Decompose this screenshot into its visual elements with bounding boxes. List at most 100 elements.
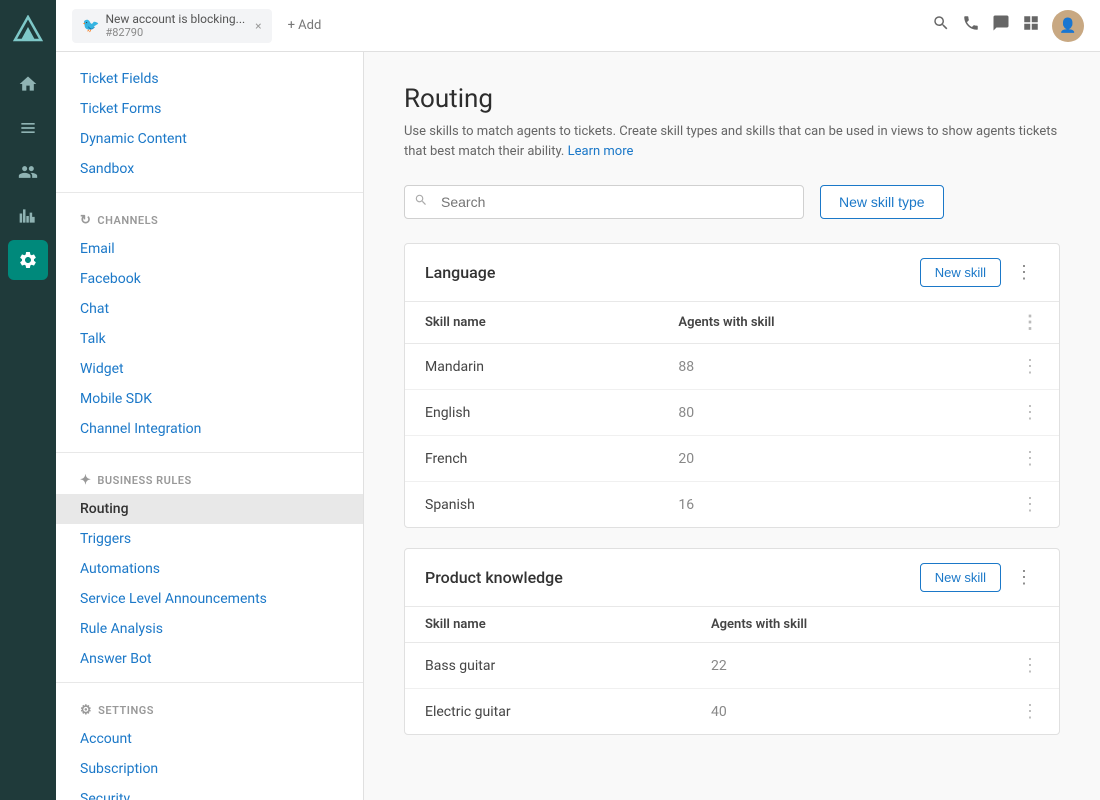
skill-name-cell: English: [405, 390, 658, 436]
skill-name-cell: Spanish: [405, 482, 658, 528]
topbar-icons: 👤: [932, 10, 1084, 42]
sidebar-item-subscription[interactable]: Subscription: [56, 754, 363, 784]
skill-row-more-icon[interactable]: ⋮: [1021, 494, 1039, 515]
product-knowledge-skill-table: Skill name Agents with skill Bass guitar…: [405, 607, 1059, 734]
icon-bar: [0, 0, 56, 800]
language-col-more-header: ⋮: [1001, 302, 1059, 344]
skill-name-cell: Electric guitar: [405, 689, 691, 735]
table-row: English 80 ⋮: [405, 390, 1059, 436]
agents-count-cell: 16: [658, 482, 1001, 528]
product-knowledge-more-button[interactable]: ⋮: [1009, 565, 1039, 590]
settings-icon: ⚙: [80, 703, 92, 718]
phone-icon[interactable]: [962, 14, 980, 37]
main-layout: Ticket Fields Ticket Forms Dynamic Conte…: [56, 52, 1100, 800]
sidebar-item-service-level[interactable]: Service Level Announcements: [56, 584, 363, 614]
skill-row-more-icon[interactable]: ⋮: [1021, 655, 1039, 676]
table-row: French 20 ⋮: [405, 436, 1059, 482]
learn-more-link[interactable]: Learn more: [568, 144, 634, 159]
skill-name-cell: Mandarin: [405, 344, 658, 390]
language-header-more-icon[interactable]: ⋮: [1021, 312, 1039, 333]
language-skill-group: Language New skill ⋮ Skill name Agents w…: [404, 243, 1060, 528]
sidebar-item-channel-integration[interactable]: Channel Integration: [56, 414, 363, 444]
channels-icon: ↻: [80, 213, 91, 228]
skill-more-cell: ⋮: [1001, 436, 1059, 482]
sidebar-item-tickets[interactable]: [8, 108, 48, 148]
product-knowledge-group-header: Product knowledge New skill ⋮: [405, 549, 1059, 607]
language-more-button[interactable]: ⋮: [1009, 260, 1039, 285]
chat-icon[interactable]: [992, 14, 1010, 37]
content-area: Routing Use skills to match agents to ti…: [364, 52, 1100, 800]
table-row: Electric guitar 40 ⋮: [405, 689, 1059, 735]
language-skill-table: Skill name Agents with skill ⋮ Mandarin …: [405, 302, 1059, 527]
topbar-add-button[interactable]: + Add: [280, 14, 330, 37]
search-icon[interactable]: [932, 14, 950, 37]
skill-more-cell: ⋮: [1001, 390, 1059, 436]
skill-more-cell: ⋮: [1001, 482, 1059, 528]
sidebar-item-users[interactable]: [8, 152, 48, 192]
sidebar-item-talk[interactable]: Talk: [56, 324, 363, 354]
channels-section-label: ↻ CHANNELS: [56, 201, 363, 234]
topbar: 🐦 New account is blocking... #82790 × + …: [56, 0, 1100, 52]
search-row: New skill type: [404, 185, 1060, 219]
topbar-tab-id: #82790: [105, 26, 245, 39]
grid-icon[interactable]: [1022, 14, 1040, 37]
skill-more-cell: ⋮: [1001, 344, 1059, 390]
sidebar-item-reports[interactable]: [8, 196, 48, 236]
product-knowledge-group-title: Product knowledge: [425, 568, 563, 587]
skill-name-cell: Bass guitar: [405, 643, 691, 689]
sidebar-item-facebook[interactable]: Facebook: [56, 264, 363, 294]
sidebar-item-widget[interactable]: Widget: [56, 354, 363, 384]
topbar-tab-close[interactable]: ×: [255, 19, 261, 33]
search-box: [404, 185, 804, 219]
product-knowledge-new-skill-button[interactable]: New skill: [920, 563, 1001, 592]
settings-section-label: ⚙ SETTINGS: [56, 691, 363, 724]
sidebar-item-security[interactable]: Security: [56, 784, 363, 800]
skill-row-more-icon[interactable]: ⋮: [1021, 402, 1039, 423]
product-knowledge-skill-group: Product knowledge New skill ⋮ Skill name…: [404, 548, 1060, 735]
skill-row-more-icon[interactable]: ⋮: [1021, 356, 1039, 377]
language-new-skill-button[interactable]: New skill: [920, 258, 1001, 287]
skill-name-cell: French: [405, 436, 658, 482]
sidebar-item-mobile-sdk[interactable]: Mobile SDK: [56, 384, 363, 414]
language-col-skill: Skill name: [405, 302, 658, 344]
user-avatar[interactable]: 👤: [1052, 10, 1084, 42]
sidebar-item-routing[interactable]: Routing: [56, 494, 363, 524]
sidebar-item-ticket-fields[interactable]: Ticket Fields: [56, 64, 363, 94]
product-knowledge-col-skill: Skill name: [405, 607, 691, 643]
sidebar-item-chat[interactable]: Chat: [56, 294, 363, 324]
search-input[interactable]: [404, 185, 804, 219]
skill-more-cell: ⋮: [1001, 643, 1059, 689]
sidebar: Ticket Fields Ticket Forms Dynamic Conte…: [56, 52, 364, 800]
sidebar-item-dynamic-content[interactable]: Dynamic Content: [56, 124, 363, 154]
agents-count-cell: 22: [691, 643, 1001, 689]
product-knowledge-group-actions: New skill ⋮: [920, 563, 1039, 592]
sidebar-item-rule-analysis[interactable]: Rule Analysis: [56, 614, 363, 644]
sidebar-item-home[interactable]: [8, 64, 48, 104]
product-knowledge-col-agents: Agents with skill: [691, 607, 1001, 643]
language-group-actions: New skill ⋮: [920, 258, 1039, 287]
sidebar-item-settings[interactable]: [8, 240, 48, 280]
sidebar-item-sandbox[interactable]: Sandbox: [56, 154, 363, 184]
table-row: Bass guitar 22 ⋮: [405, 643, 1059, 689]
table-row: Mandarin 88 ⋮: [405, 344, 1059, 390]
language-group-header: Language New skill ⋮: [405, 244, 1059, 302]
sidebar-item-answer-bot[interactable]: Answer Bot: [56, 644, 363, 674]
agents-count-cell: 40: [691, 689, 1001, 735]
sidebar-item-triggers[interactable]: Triggers: [56, 524, 363, 554]
agents-count-cell: 80: [658, 390, 1001, 436]
sidebar-item-ticket-forms[interactable]: Ticket Forms: [56, 94, 363, 124]
skill-row-more-icon[interactable]: ⋮: [1021, 448, 1039, 469]
sidebar-item-automations[interactable]: Automations: [56, 554, 363, 584]
sidebar-item-email[interactable]: Email: [56, 234, 363, 264]
topbar-tab-title: New account is blocking...: [105, 12, 245, 26]
topbar-tab[interactable]: 🐦 New account is blocking... #82790 ×: [72, 9, 272, 43]
language-col-agents: Agents with skill: [658, 302, 1001, 344]
new-skill-type-button[interactable]: New skill type: [820, 185, 944, 219]
skill-more-cell: ⋮: [1001, 689, 1059, 735]
business-rules-icon: ✦: [80, 473, 91, 488]
sidebar-item-account[interactable]: Account: [56, 724, 363, 754]
page-description: Use skills to match agents to tickets. C…: [404, 122, 1060, 161]
skill-row-more-icon[interactable]: ⋮: [1021, 701, 1039, 722]
topbar-tab-content: New account is blocking... #82790: [105, 12, 245, 39]
twitter-icon: 🐦: [82, 18, 99, 34]
